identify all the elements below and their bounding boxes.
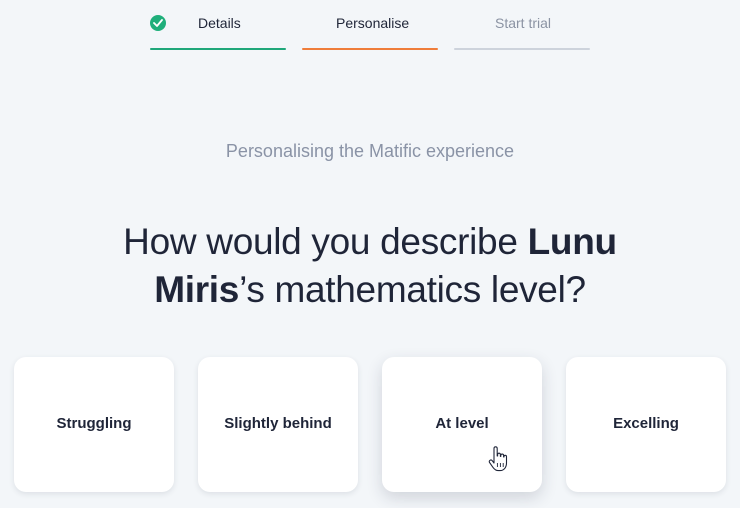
page-subtitle: Personalising the Matific experience [225,141,515,161]
checkmark-icon [150,15,166,31]
step-start-trial-label: Start trial [495,15,552,31]
option-slightly-behind[interactable]: Slightly behind [198,357,358,492]
hand-pointer-icon [488,446,508,472]
option-struggling[interactable]: Struggling [14,357,174,492]
step-personalise-label: Personalise [336,15,410,31]
step-details-label: Details [198,15,241,31]
step-personalise-underline [302,48,438,50]
step-start-trial-underline [454,48,590,50]
step-personalise[interactable]: Personalise [302,0,438,50]
option-label: At level [435,415,489,432]
option-label: Slightly behind [224,415,332,432]
step-details-underline [150,48,286,50]
step-start-trial: Start trial [454,0,590,50]
option-excelling[interactable]: Excelling [566,357,726,492]
progress-stepper: Details Personalise Start trial [150,0,590,50]
option-label: Struggling [56,415,132,432]
question-prefix: How would you describe [123,221,528,262]
option-at-level[interactable]: At level [382,357,542,492]
step-details[interactable]: Details [150,0,286,50]
question-suffix: ’s mathematics level? [239,269,586,310]
option-label: Excelling [613,415,679,432]
question-heading: How would you describe Lunu Miris’s math… [70,218,670,314]
